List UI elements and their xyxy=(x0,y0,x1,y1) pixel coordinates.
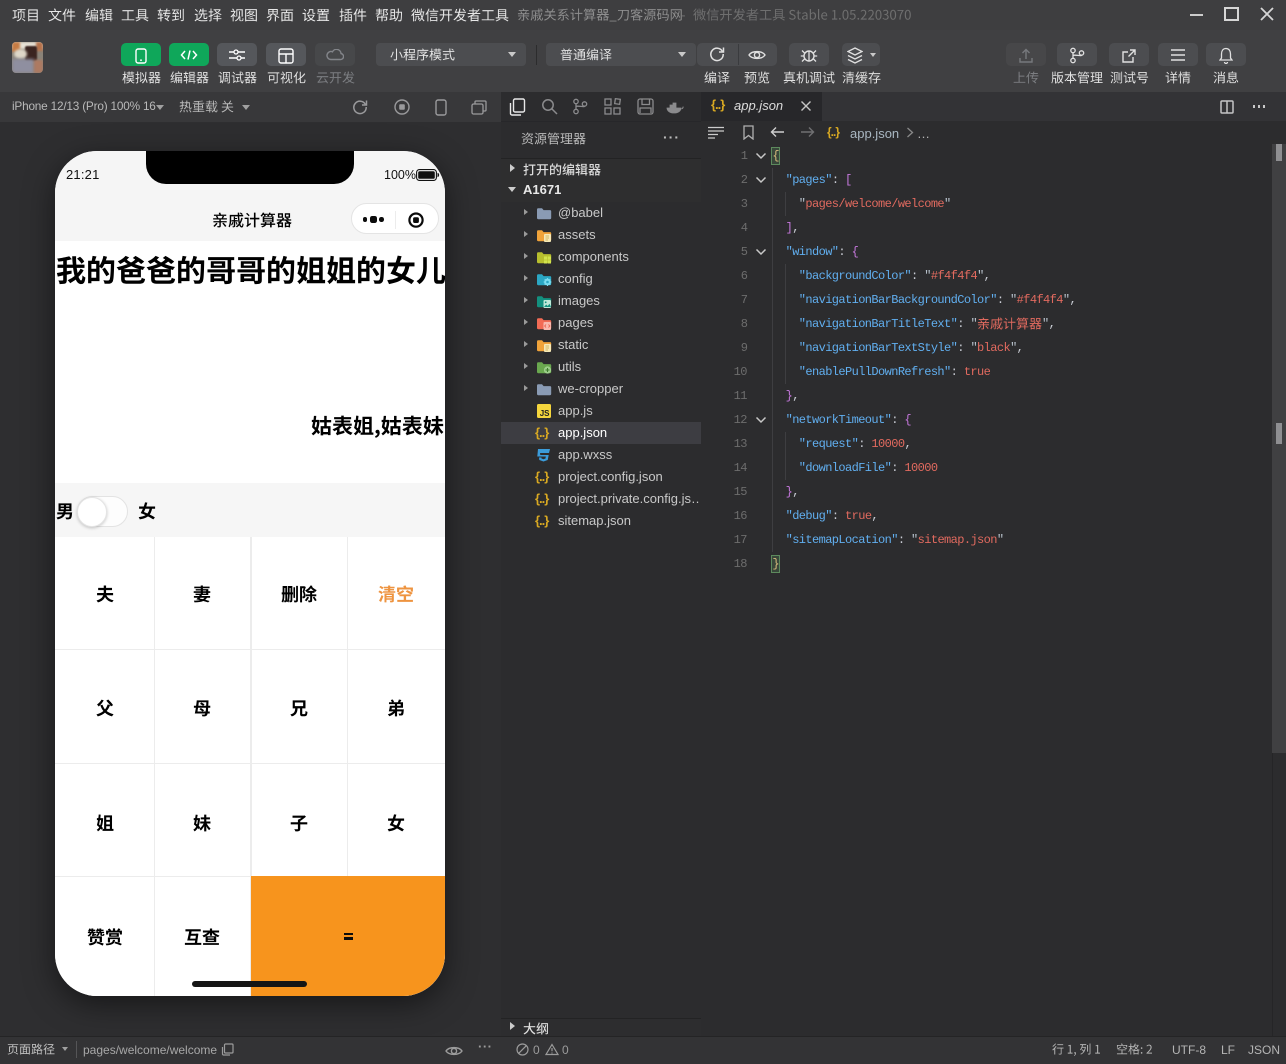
svg-text:JS: JS xyxy=(540,409,550,418)
